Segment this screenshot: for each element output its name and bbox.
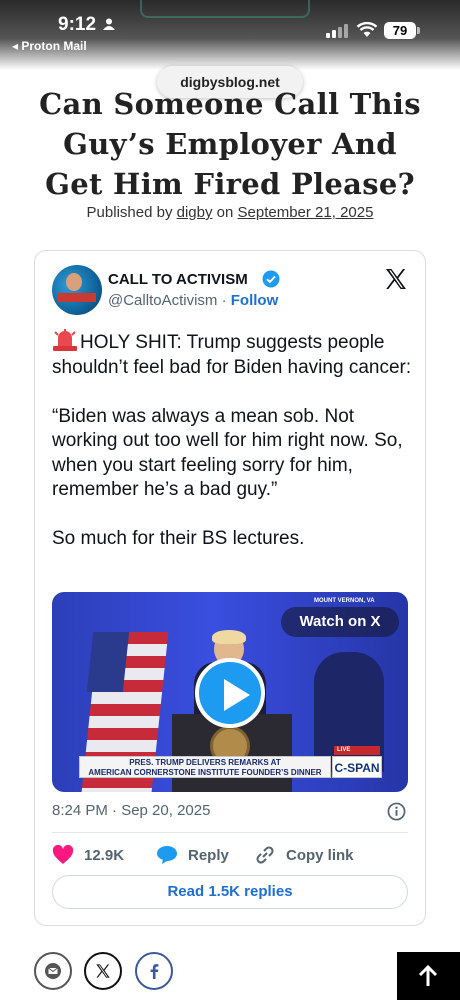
battery-indicator: 79	[384, 22, 416, 39]
tweet-paragraph-text: HOLY SHIT: Trump suggests people shouldn…	[52, 332, 412, 378]
copy-link-button[interactable]: Copy link	[254, 845, 354, 865]
live-badge: LIVE	[334, 746, 380, 755]
chyron-line: AMERICAN CORNERSTONE INSTITUTE FOUNDER’S…	[88, 768, 322, 777]
link-icon	[256, 846, 274, 864]
us-flag-canton	[86, 632, 130, 692]
copy-link-label: Copy link	[286, 846, 354, 864]
x-logo-icon[interactable]	[384, 267, 408, 291]
read-replies-button[interactable]: Read 1.5K replies	[52, 875, 408, 909]
watch-on-x-button[interactable]: Watch on X	[281, 607, 399, 637]
heart-icon	[52, 845, 74, 864]
arrow-up-icon	[418, 964, 438, 986]
like-button[interactable]: 12.9K	[52, 845, 124, 865]
reply-bubble-icon	[157, 846, 177, 864]
tweet-actions: 12.9K Reply Copy link	[52, 845, 412, 869]
title-line: Guy’s Employer And	[63, 127, 397, 161]
play-button[interactable]	[195, 658, 265, 728]
email-icon	[45, 963, 61, 979]
video-player[interactable]: MOUNT VERNON, VA Watch on X LIVE PRES. T…	[52, 592, 408, 792]
handle-text[interactable]: @CalltoActivism	[108, 292, 217, 309]
title-line: Can Someone Call This	[39, 87, 421, 121]
separator-dot: ·	[221, 292, 227, 309]
like-count: 12.9K	[84, 846, 125, 864]
embedded-tweet: CALL TO ACTIVISM @CalltoActivism · Follo…	[34, 250, 426, 926]
back-to-app-link[interactable]: ◂ Proton Mail	[12, 39, 87, 53]
share-facebook-button[interactable]	[135, 952, 173, 990]
reply-label: Reply	[188, 846, 229, 864]
status-time: 9:12	[58, 14, 97, 35]
follow-button[interactable]: Follow	[231, 292, 279, 309]
date-link[interactable]: September 21, 2025	[238, 204, 374, 221]
tweet-quote: “Biden was always a mean sob. Not workin…	[52, 405, 403, 501]
tweet-text: HOLY SHIT: Trump suggests people shouldn…	[52, 329, 412, 576]
account-name[interactable]: CALL TO ACTIVISM	[108, 271, 248, 288]
video-location: MOUNT VERNON, VA	[314, 598, 375, 604]
share-email-button[interactable]	[34, 952, 72, 990]
info-icon[interactable]	[387, 802, 406, 821]
video-chyron: PRES. TRUMP DELIVERS REMARKS AT AMERICAN…	[79, 756, 331, 778]
author-link[interactable]: digby	[177, 204, 213, 221]
share-x-button[interactable]	[84, 952, 122, 990]
divider	[52, 832, 408, 833]
tweet-timestamp[interactable]: 8:24 PM · Sep 20, 2025	[52, 802, 210, 819]
cellular-signal-icon	[326, 24, 348, 38]
facebook-icon	[150, 964, 159, 979]
site-logo	[140, 0, 310, 18]
published-prefix: Published by	[86, 204, 173, 221]
chyron-line: PRES. TRUMP DELIVERS REMARKS AT	[129, 758, 281, 767]
person-icon	[103, 18, 115, 30]
wifi-icon	[356, 22, 378, 37]
tweet-paragraph: So much for their BS lectures.	[52, 528, 305, 549]
back-to-top-button[interactable]	[397, 952, 460, 1000]
avatar[interactable]	[52, 265, 102, 315]
reply-button[interactable]: Reply	[156, 845, 229, 865]
verified-badge-icon	[262, 270, 280, 288]
status-bar: 9:12 ◂ Proton Mail 79	[0, 0, 460, 70]
x-icon	[96, 964, 110, 978]
play-icon	[224, 679, 250, 711]
battery-tip	[417, 27, 420, 34]
byline: Published by digby on September 21, 2025	[0, 204, 460, 221]
title-line: Get Him Fired Please?	[45, 167, 415, 201]
byline-on: on	[216, 204, 234, 221]
tweet-paragraph: HOLY SHIT: Trump suggests people shouldn…	[52, 329, 412, 380]
article-title: Can Someone Call This Guy’s Employer And…	[20, 84, 440, 204]
network-logo: C-SPAN	[332, 756, 382, 778]
siren-emoji-icon	[52, 329, 78, 351]
account-handle: @CalltoActivism · Follow	[108, 292, 278, 309]
